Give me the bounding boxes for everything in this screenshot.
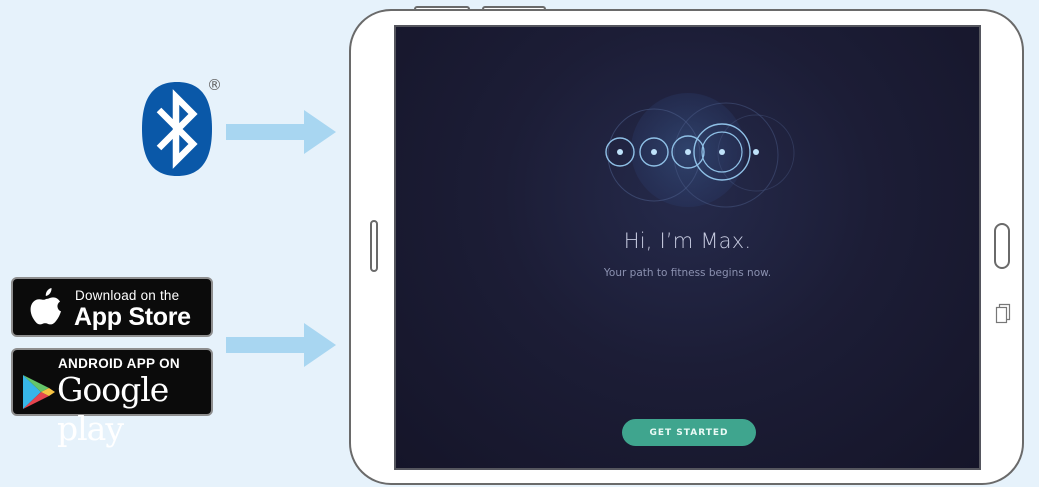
app-store-caption: Download on the (75, 288, 180, 303)
bluetooth-icon (142, 82, 212, 176)
greeting-subtitle: Your path to fitness begins now. (603, 267, 772, 279)
app-store-badge[interactable]: Download on the App Store (11, 277, 213, 337)
tablet-speaker-slot (370, 220, 378, 272)
tablet-screen: Hi, I’m Max. Your path to fitness begins… (394, 25, 981, 470)
registered-trademark-mark: ® (207, 76, 222, 94)
greeting-heading: Hi, I’m Max. (623, 229, 752, 253)
google-play-title: Google play (57, 370, 169, 448)
arrow-right-icon (226, 323, 336, 367)
home-button[interactable] (994, 223, 1010, 269)
google-play-badge[interactable]: ANDROID APP ON Google play (11, 348, 213, 448)
play-icon (23, 375, 55, 409)
arrow-right-icon (226, 110, 336, 154)
apple-icon (30, 288, 61, 325)
android-caption: ANDROID APP ON (58, 356, 180, 371)
app-store-title: App Store (74, 303, 191, 331)
get-started-button[interactable]: GET STARTED (622, 419, 756, 446)
recent-apps-icon[interactable] (995, 303, 1011, 325)
